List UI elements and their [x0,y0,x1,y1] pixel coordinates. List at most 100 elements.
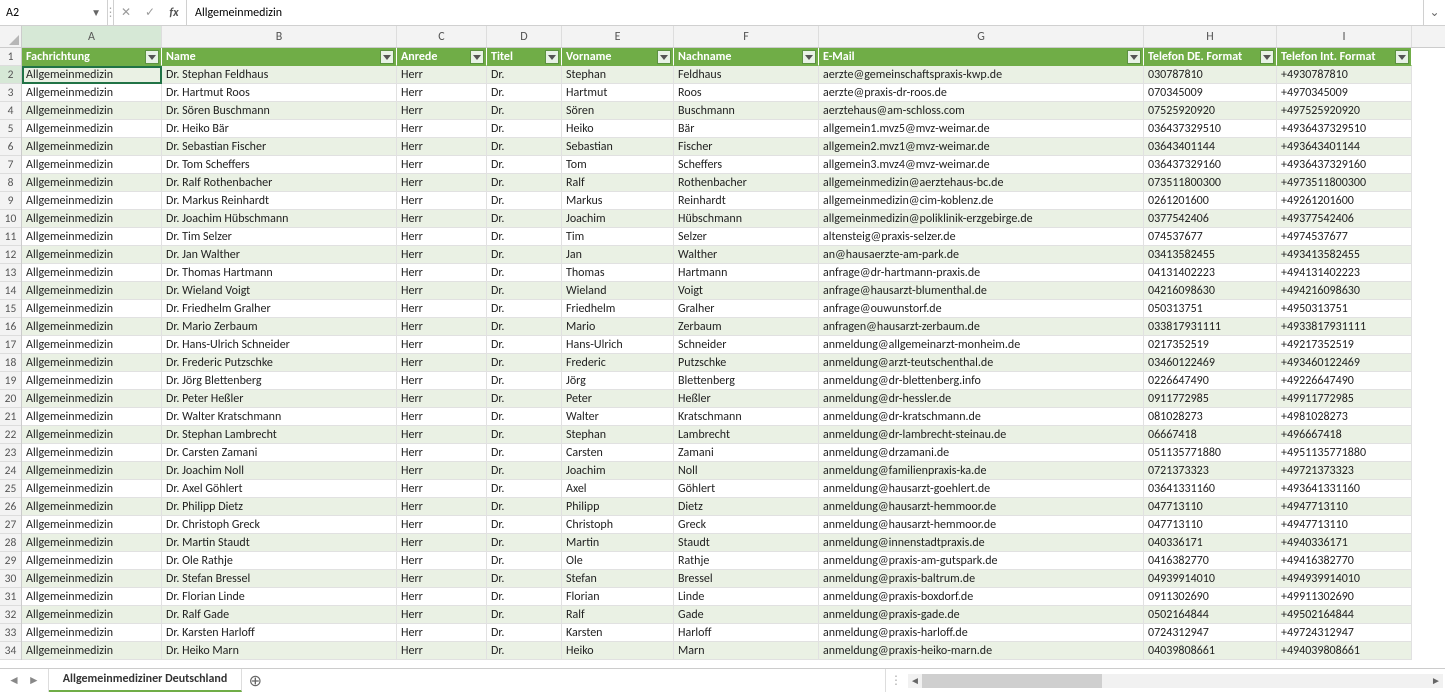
cell[interactable]: Dr. Hans-Ulrich Schneider [162,336,397,354]
cell[interactable]: 036437329510 [1144,120,1277,138]
cell[interactable]: Herr [397,300,487,318]
cell[interactable]: Dr. Joachim Noll [162,462,397,480]
cell[interactable]: Dr. [487,174,562,192]
cell[interactable]: Dr. Joachim Hübschmann [162,210,397,228]
cell[interactable]: Herr [397,138,487,156]
cell[interactable]: Dr. Mario Zerbaum [162,318,397,336]
cell[interactable]: Dr. Philipp Dietz [162,498,397,516]
scrollbar-thumb[interactable] [922,674,1102,688]
cell[interactable]: Dr. Frederic Putzschke [162,354,397,372]
cell[interactable]: Allgemeinmedizin [22,156,162,174]
cell[interactable]: Dr. [487,588,562,606]
cell[interactable]: 050313751 [1144,300,1277,318]
cell[interactable]: Herr [397,120,487,138]
cell[interactable]: Allgemeinmedizin [22,300,162,318]
column-header-F[interactable]: F [674,26,819,47]
table-header-titel[interactable]: Titel [487,48,562,66]
cell[interactable]: allgemeinmedizin@poliklinik-erzgebirge.d… [819,210,1144,228]
cell[interactable]: Dr. [487,498,562,516]
tab-prev-icon[interactable]: ◄ [8,673,20,688]
column-header-D[interactable]: D [487,26,562,47]
cell[interactable]: Christoph [562,516,674,534]
cell[interactable]: Allgemeinmedizin [22,462,162,480]
row-header-7[interactable]: 7 [0,156,21,174]
cell[interactable]: Mario [562,318,674,336]
cell[interactable]: Herr [397,372,487,390]
cell[interactable]: 0502164844 [1144,606,1277,624]
row-header-10[interactable]: 10 [0,210,21,228]
cell[interactable]: Allgemeinmedizin [22,606,162,624]
cell[interactable]: Dr. [487,642,562,660]
cell[interactable]: Herr [397,246,487,264]
row-header-19[interactable]: 19 [0,372,21,390]
cell[interactable]: Herr [397,282,487,300]
cell[interactable]: Dr. Jan Walther [162,246,397,264]
cell[interactable]: Walter [562,408,674,426]
cell[interactable]: Herr [397,588,487,606]
cell[interactable]: Dr. Florian Linde [162,588,397,606]
cell[interactable]: Dietz [674,498,819,516]
row-header-29[interactable]: 29 [0,552,21,570]
cell[interactable]: Dr. Jörg Blettenberg [162,372,397,390]
fx-icon[interactable]: fx [166,6,182,20]
cell[interactable]: Dr. Christoph Greck [162,516,397,534]
cell[interactable]: anmeldung@praxis-boxdorf.de [819,588,1144,606]
cell[interactable]: Axel [562,480,674,498]
row-header-30[interactable]: 30 [0,570,21,588]
cell[interactable]: Herr [397,192,487,210]
table-header-anrede[interactable]: Anrede [397,48,487,66]
cell[interactable]: Dr. Heiko Marn [162,642,397,660]
cell[interactable]: Göhlert [674,480,819,498]
table-header-telefon-int-format[interactable]: Telefon Int. Format [1277,48,1412,66]
cell[interactable]: Selzer [674,228,819,246]
cell[interactable]: Dr. [487,138,562,156]
cell[interactable]: Dr. Hartmut Roos [162,84,397,102]
cell[interactable]: Markus [562,192,674,210]
table-header-nachname[interactable]: Nachname [674,48,819,66]
cell[interactable]: +4974537677 [1277,228,1412,246]
cell[interactable]: Noll [674,462,819,480]
cell[interactable]: Friedhelm [562,300,674,318]
cell[interactable]: Zamani [674,444,819,462]
cell[interactable]: Allgemeinmedizin [22,66,162,84]
cell[interactable]: Dr. [487,336,562,354]
cell[interactable]: Rothenbacher [674,174,819,192]
cell[interactable]: Herr [397,516,487,534]
enter-icon[interactable]: ✓ [142,5,158,20]
cell[interactable]: Dr. Stephan Lambrecht [162,426,397,444]
cell[interactable]: +4970345009 [1277,84,1412,102]
cell[interactable]: 047713110 [1144,498,1277,516]
cell[interactable]: Dr. [487,534,562,552]
cell[interactable]: Herr [397,498,487,516]
cell[interactable]: Allgemeinmedizin [22,552,162,570]
cell[interactable]: 04131402223 [1144,264,1277,282]
cell[interactable]: anfrage@ouwunstorf.de [819,300,1144,318]
cell[interactable]: Dr. Ole Rathje [162,552,397,570]
cell[interactable]: +49261201600 [1277,192,1412,210]
cell[interactable]: Herr [397,228,487,246]
cell[interactable]: Herr [397,480,487,498]
row-header-5[interactable]: 5 [0,120,21,138]
cell[interactable]: Herr [397,462,487,480]
cell[interactable]: Bressel [674,570,819,588]
cell[interactable]: 0911772985 [1144,390,1277,408]
cell[interactable]: +49416382770 [1277,552,1412,570]
cell[interactable]: Martin [562,534,674,552]
cell[interactable]: Wieland [562,282,674,300]
cell[interactable]: an@hausaerzte-am-park.de [819,246,1144,264]
cell[interactable]: Allgemeinmedizin [22,246,162,264]
cell[interactable]: anmeldung@praxis-harloff.de [819,624,1144,642]
name-box-input[interactable] [6,6,66,20]
row-header-2[interactable]: 2 [0,66,21,84]
cell[interactable]: Heßler [674,390,819,408]
cell[interactable]: +49217352519 [1277,336,1412,354]
cell[interactable]: Dr. Walter Kratschmann [162,408,397,426]
cell[interactable]: anmeldung@praxis-gade.de [819,606,1144,624]
cell[interactable]: Herr [397,426,487,444]
cell[interactable]: 04939914010 [1144,570,1277,588]
filter-icon[interactable] [802,50,816,64]
cell[interactable]: 040336171 [1144,534,1277,552]
cell[interactable]: Herr [397,570,487,588]
cell[interactable]: Dr. [487,516,562,534]
cell[interactable]: Allgemeinmedizin [22,498,162,516]
